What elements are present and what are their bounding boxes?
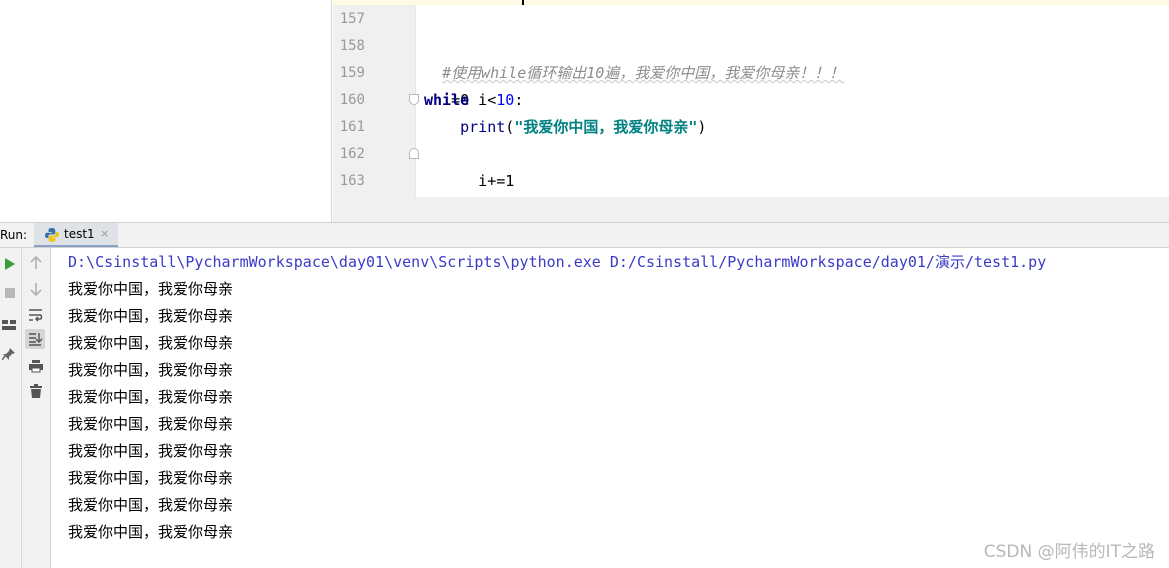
project-panel — [0, 0, 332, 222]
print-icon[interactable] — [28, 358, 44, 377]
code-builtin-print: print — [460, 118, 506, 136]
run-icon[interactable] — [4, 256, 16, 275]
code-line-while[interactable]: while i<10: — [424, 87, 523, 114]
console-output-line: 我爱你中国，我爱你母亲 — [68, 388, 234, 406]
console-output-line: 我爱你中国，我爱你母亲 — [68, 334, 234, 352]
tab-test1[interactable]: test1 × — [34, 223, 118, 247]
code-string: "我爱你中国，我爱你母亲" — [514, 118, 698, 136]
code-paren-open: ( — [505, 118, 515, 136]
console-output-line: 我爱你中国，我爱你母亲 — [68, 361, 234, 379]
python-icon — [44, 227, 60, 247]
code-line-comment[interactable]: #使用while循环输出10遍，我爱你中国，我爱你母亲！！！ — [424, 33, 844, 82]
code-paren-close: ) — [697, 118, 707, 136]
console-output-line: 我爱你中国，我爱你母亲 — [68, 280, 234, 298]
run-label: Run: — [0, 228, 28, 242]
console-command: D:\Csinstall\PycharmWorkspace\day01\venv… — [68, 253, 1047, 271]
pin-icon[interactable] — [1, 346, 16, 365]
console-output-line: 我爱你中国，我爱你母亲 — [68, 496, 234, 514]
code-line-print[interactable]: print("我爱你中国，我爱你母亲") — [424, 114, 706, 141]
line-number: 161 — [339, 119, 365, 135]
console-output-line: 我爱你中国，我爱你母亲 — [68, 442, 234, 460]
line-number: 158 — [339, 38, 365, 54]
line-number: 163 — [339, 173, 365, 189]
run-toolbar-primary — [0, 248, 22, 568]
fold-open-icon[interactable] — [409, 94, 419, 105]
up-arrow-icon[interactable] — [29, 255, 43, 274]
trash-icon[interactable] — [29, 384, 43, 403]
current-line-highlight — [333, 0, 1169, 5]
close-icon[interactable]: × — [100, 223, 109, 245]
code-number: 10 — [496, 91, 515, 109]
code-line-increment[interactable]: i+=1 — [424, 141, 514, 190]
fold-close-icon[interactable] — [409, 148, 419, 159]
line-number: 159 — [339, 65, 365, 81]
line-number: 157 — [339, 11, 365, 27]
text-caret — [522, 0, 524, 5]
editor-bottom-strip — [333, 197, 1169, 222]
code-comment: #使用while循环输出10遍，我爱你中国，我爱你母亲！！！ — [442, 64, 845, 82]
run-toolbar-secondary — [22, 248, 51, 568]
scroll-to-end-icon[interactable] — [25, 329, 45, 349]
console-output-line: 我爱你中国，我爱你母亲 — [68, 307, 234, 325]
layout-icon[interactable] — [2, 316, 16, 335]
watermark: CSDN @阿伟的IT之路 — [983, 542, 1155, 562]
code-while-var: i< — [469, 91, 497, 109]
down-arrow-icon[interactable] — [29, 281, 43, 300]
run-panel-header: Run: test1 × — [0, 222, 1169, 248]
line-number: 162 — [339, 146, 365, 162]
tab-label: test1 — [64, 227, 95, 241]
console-output-line: 我爱你中国，我爱你母亲 — [68, 415, 234, 433]
code-increment: i+=1 — [442, 172, 515, 190]
code-colon: : — [514, 91, 524, 109]
code-keyword-while: while — [424, 91, 470, 109]
stop-icon[interactable] — [4, 284, 16, 303]
console-output-line: 我爱你中国，我爱你母亲 — [68, 523, 234, 541]
console-output-line: 我爱你中国，我爱你母亲 — [68, 469, 234, 487]
line-number: 160 — [339, 92, 365, 108]
code-line-assign[interactable]: i=0 — [424, 60, 469, 109]
soft-wrap-icon[interactable] — [28, 307, 44, 326]
